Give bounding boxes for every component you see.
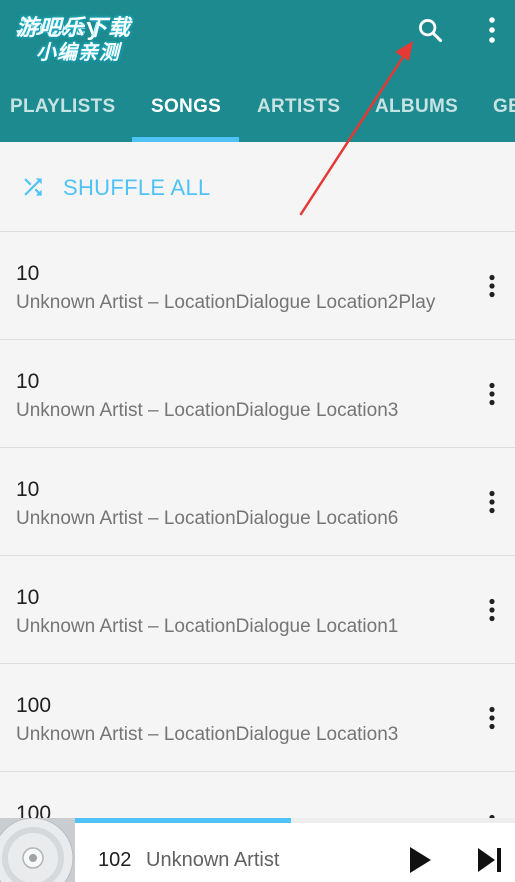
now-playing-bar[interactable]: 102 Unknown Artist: [0, 818, 515, 882]
more-vert-icon: [489, 274, 495, 298]
now-playing-title: 102: [98, 849, 132, 871]
app-title: Jockey: [16, 14, 101, 41]
playback-progress[interactable]: [75, 818, 515, 823]
playback-progress-fill: [75, 818, 291, 823]
song-menu-button[interactable]: [476, 696, 508, 740]
tab-genres[interactable]: GE: [493, 72, 515, 142]
song-subtitle: Unknown Artist – LocationDialogue Locati…: [16, 508, 399, 529]
song-menu-button[interactable]: [476, 264, 508, 308]
list-item[interactable]: 100 Unknown Artist – LocationDialogue Lo…: [0, 663, 515, 771]
list-item[interactable]: 10 Unknown Artist – LocationDialogue Loc…: [0, 339, 515, 447]
song-subtitle: Unknown Artist – LocationDialogue Locati…: [16, 724, 399, 745]
song-subtitle: Unknown Artist – LocationDialogue Locati…: [16, 292, 436, 313]
list-item[interactable]: 10 Unknown Artist – LocationDialogue Loc…: [0, 231, 515, 339]
song-menu-button[interactable]: [476, 372, 508, 416]
song-title: 10: [16, 262, 40, 285]
app-toolbar: Jockey 游吧乐下载 小编亲测 PLAYLISTS SONGS ARTIST…: [0, 0, 515, 142]
cd-disc-icon: [0, 818, 75, 882]
song-title: 10: [16, 478, 40, 501]
song-menu-button[interactable]: [476, 480, 508, 524]
song-title: 10: [16, 586, 40, 609]
album-art: [0, 818, 75, 882]
search-button[interactable]: [408, 8, 452, 52]
play-icon: [410, 847, 431, 873]
shuffle-icon: [24, 178, 42, 196]
tab-albums[interactable]: ALBUMS: [375, 72, 458, 142]
song-title: 100: [16, 694, 52, 717]
song-subtitle: Unknown Artist – LocationDialogue Locati…: [16, 616, 399, 637]
song-title: 10: [16, 370, 40, 393]
tab-songs[interactable]: SONGS: [151, 72, 221, 142]
overflow-menu-button[interactable]: [470, 8, 514, 52]
more-vert-icon: [489, 598, 495, 622]
more-vert-icon: [489, 490, 495, 514]
more-vert-icon: [489, 706, 495, 730]
shuffle-all-button[interactable]: SHUFFLE ALL: [0, 142, 515, 232]
skip-next-button[interactable]: [468, 838, 512, 882]
skip-next-icon: [478, 848, 501, 872]
play-button[interactable]: [398, 838, 442, 882]
list-item[interactable]: 10 Unknown Artist – LocationDialogue Loc…: [0, 447, 515, 555]
more-vert-icon: [489, 17, 495, 43]
more-vert-icon: [489, 382, 495, 406]
tab-playlists[interactable]: PLAYLISTS: [10, 72, 115, 142]
tab-artists[interactable]: ARTISTS: [257, 72, 340, 142]
song-list: 10 Unknown Artist – LocationDialogue Loc…: [0, 231, 515, 879]
search-icon: [419, 19, 443, 43]
song-menu-button[interactable]: [476, 588, 508, 632]
list-item[interactable]: 10 Unknown Artist – LocationDialogue Loc…: [0, 555, 515, 663]
shuffle-all-label: SHUFFLE ALL: [63, 175, 211, 200]
tab-bar: PLAYLISTS SONGS ARTISTS ALBUMS GE: [0, 72, 515, 142]
song-subtitle: Unknown Artist – LocationDialogue Locati…: [16, 400, 399, 421]
now-playing-artist: Unknown Artist: [146, 849, 280, 871]
